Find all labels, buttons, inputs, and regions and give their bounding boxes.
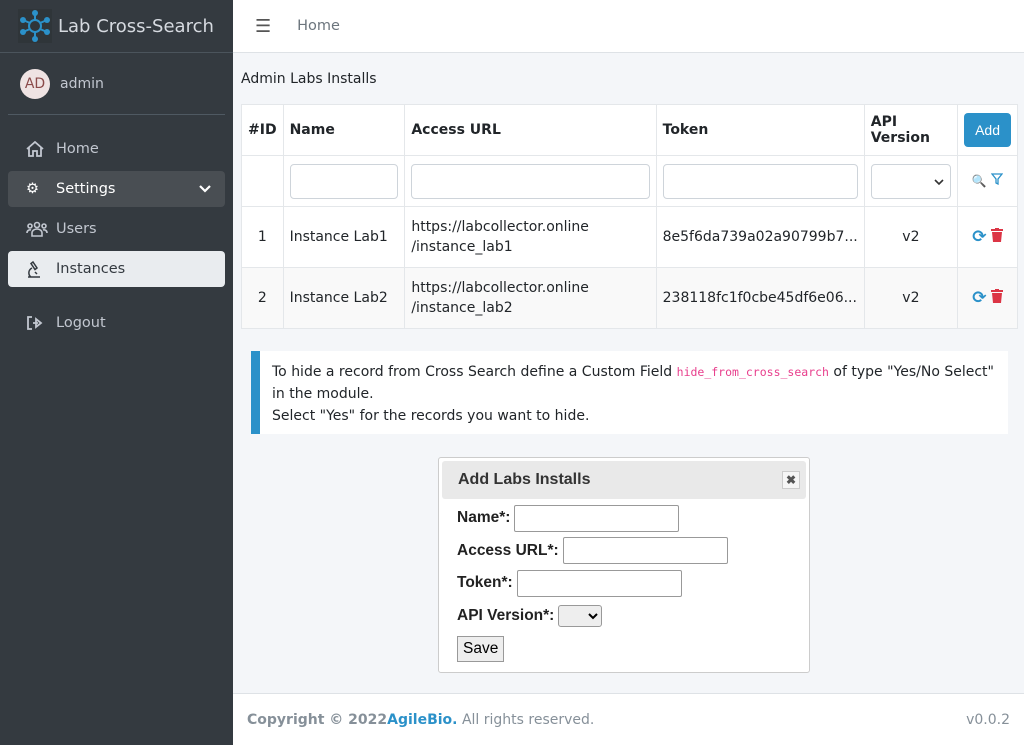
sidebar-item-instances[interactable]: Instances — [8, 251, 225, 287]
microscope-icon — [26, 260, 48, 278]
instances-table: #ID Name Access URL Token API Version Ad… — [241, 104, 1018, 329]
menu-toggle-icon[interactable]: ☰ — [255, 16, 271, 37]
user-panel[interactable]: AD admin — [8, 53, 225, 115]
info-callout: To hide a record from Cross Search defin… — [251, 351, 1008, 434]
user-name: admin — [60, 75, 104, 92]
table-row: 2 Instance Lab2 https://labcollector.onl… — [241, 267, 1018, 329]
sidebar: Lab Cross-Search AD admin Home ⚙ Settings… — [0, 0, 233, 745]
agilebio-link[interactable]: AgileBio. — [387, 712, 457, 728]
add-button[interactable]: Add — [964, 113, 1011, 147]
logo-icon — [18, 9, 52, 43]
home-icon — [26, 141, 48, 157]
footer: Copyright © 2022 AgileBio. All rights re… — [233, 693, 1024, 745]
col-token[interactable]: Token — [655, 104, 865, 156]
refresh-icon[interactable]: ⟳ — [972, 227, 986, 247]
sidebar-item-home[interactable]: Home — [8, 131, 225, 167]
close-icon[interactable]: ✖ — [782, 471, 800, 489]
chevron-down-icon — [199, 181, 211, 197]
add-labs-dialog: Add Labs Installs ✖ Name*: Access URL*: T… — [438, 457, 810, 673]
top-navbar: ☰ Home — [233, 0, 1024, 53]
app-title: Lab Cross-Search — [58, 15, 214, 37]
sidebar-item-logout[interactable]: Logout — [8, 305, 225, 341]
filter-icon[interactable] — [990, 173, 1004, 189]
version: v0.0.2 — [966, 711, 1010, 728]
cogs-icon: ⚙ — [26, 181, 39, 197]
col-api[interactable]: API Version — [863, 104, 959, 156]
brand[interactable]: Lab Cross-Search — [0, 0, 233, 53]
api-version-select[interactable] — [558, 604, 603, 627]
nav-link-home[interactable]: Home — [297, 18, 340, 34]
page-title: Admin Labs Installs — [241, 71, 377, 87]
name-input[interactable] — [514, 504, 680, 532]
filter-token-input[interactable] — [662, 163, 858, 199]
logout-icon — [26, 315, 48, 331]
token-input[interactable] — [516, 569, 682, 597]
col-id[interactable]: #ID — [241, 104, 284, 156]
search-icon[interactable]: 🔍 — [972, 174, 987, 188]
sidebar-item-users[interactable]: Users — [8, 211, 225, 247]
save-button[interactable]: Save — [457, 636, 505, 662]
col-url[interactable]: Access URL — [404, 104, 657, 156]
trash-icon[interactable] — [990, 289, 1003, 307]
users-icon — [26, 221, 48, 237]
trash-icon[interactable] — [990, 228, 1003, 246]
filter-url-input[interactable] — [411, 163, 650, 199]
table-row: 1 Instance Lab1 https://labcollector.onl… — [241, 206, 1018, 268]
filter-name-input[interactable] — [289, 163, 399, 199]
access-url-input[interactable] — [562, 537, 728, 565]
filter-api-select[interactable] — [870, 163, 952, 199]
avatar: AD — [20, 68, 50, 99]
dialog-header[interactable]: Add Labs Installs ✖ — [442, 461, 806, 499]
col-name[interactable]: Name — [282, 104, 406, 156]
sidebar-item-settings[interactable]: ⚙ Settings — [8, 171, 225, 207]
refresh-icon[interactable]: ⟳ — [972, 288, 986, 308]
